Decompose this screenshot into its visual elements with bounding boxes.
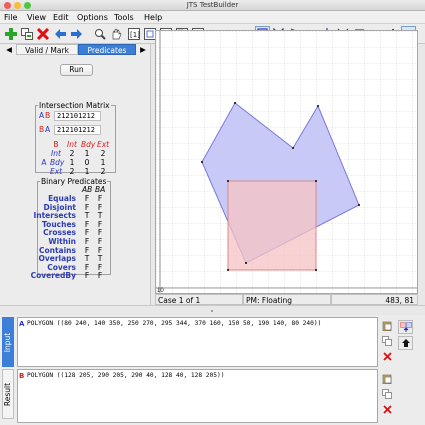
- copy-case-icon[interactable]: [19, 26, 34, 41]
- geometry-a-editor[interactable]: A POLYGON ((80 240, 140 350, 250 270, 29…: [17, 317, 378, 367]
- panel-splitter[interactable]: [0, 305, 425, 315]
- prev-case-icon[interactable]: [53, 26, 68, 41]
- matrix-cell: 1: [84, 167, 90, 176]
- ab-label-b: B: [45, 111, 51, 120]
- predicate-names: Equals Disjoint Intersects Touches Cross…: [28, 194, 76, 280]
- geometry-view[interactable]: 10: [156, 31, 417, 294]
- predicate-values: F F F F T T F F F F F F F F T T F F F F: [82, 194, 106, 280]
- pred-value-ab: F: [84, 271, 90, 281]
- geometry-b-editor[interactable]: B POLYGON ((128 205, 290 205, 290 40, 12…: [17, 369, 378, 423]
- matrix-cell: 0: [84, 158, 90, 167]
- exchange-geometries-icon[interactable]: [398, 320, 413, 334]
- pred-value-ba: F: [97, 271, 103, 281]
- matrix-col-b: B: [53, 140, 59, 149]
- status-bar: Case 1 of 1 PM: Floating 483, 81: [155, 294, 418, 305]
- next-case-icon[interactable]: [69, 26, 84, 41]
- matrix-row-bdy: Bdy: [50, 158, 65, 167]
- menu-file[interactable]: File: [4, 11, 17, 24]
- tab-strip: ◀ Valid / Mark Predicates ▶: [2, 44, 149, 55]
- pred-header-ab: AB: [82, 185, 93, 194]
- intersection-matrix-title: Intersection Matrix: [39, 101, 110, 110]
- ab-label-a: A: [39, 111, 45, 120]
- matrix-cell: 2: [69, 167, 75, 176]
- pred-header-ba: BA: [95, 185, 106, 194]
- svg-text:[1]: [1]: [130, 31, 140, 39]
- title-bar: JTS TestBuilder: [0, 0, 425, 11]
- load-result-icon[interactable]: [398, 336, 413, 350]
- minimize-window-button[interactable]: [14, 2, 21, 9]
- ba-label-a: A: [45, 125, 51, 134]
- pred-name-coveredby: CoveredBy: [30, 271, 76, 281]
- zoom-icon[interactable]: [92, 26, 107, 41]
- polygon-b[interactable]: [227, 180, 317, 271]
- left-panel: ◀ Valid / Mark Predicates ▶ Run Intersec…: [0, 44, 151, 305]
- run-button[interactable]: Run: [60, 64, 93, 76]
- geometry-a-label: A: [19, 320, 25, 328]
- matrix-cell: 1: [69, 158, 75, 167]
- menu-options[interactable]: Options: [77, 11, 108, 24]
- zoom-extent-icon[interactable]: [1]: [126, 26, 141, 41]
- matrix-row-int: Int: [51, 149, 61, 158]
- menu-edit[interactable]: Edit: [53, 11, 69, 24]
- zoom-window-button[interactable]: [24, 2, 31, 9]
- pan-icon[interactable]: [108, 26, 123, 41]
- ba-label-b: B: [39, 125, 45, 134]
- copy-b-icon[interactable]: [381, 388, 393, 400]
- status-case: Case 1 of 1: [155, 294, 243, 305]
- matrix-cell: 1: [100, 158, 106, 167]
- matrix-cell: 2: [100, 149, 106, 158]
- matrix-col-ext: Ext: [97, 140, 110, 149]
- paste-a-icon[interactable]: [381, 320, 393, 332]
- scale-label: 10: [157, 288, 164, 293]
- close-window-button[interactable]: [4, 2, 11, 9]
- geometry-canvas[interactable]: 10: [155, 30, 418, 294]
- status-coordinates: 483, 81: [331, 294, 418, 305]
- matrix-cell: 1: [84, 149, 90, 158]
- matrix-row-a: A: [41, 158, 47, 167]
- matrix-cell: 2: [100, 167, 106, 176]
- geometry-input-panel: Input Result A POLYGON ((80 240, 140 350…: [0, 315, 425, 425]
- geometry-b-wkt[interactable]: POLYGON ((128 205, 290 205, 290 40, 128 …: [27, 372, 224, 379]
- matrix-col-int: Int: [67, 140, 77, 149]
- matrix-cell: 2: [69, 149, 75, 158]
- tab-input[interactable]: Input: [2, 317, 14, 367]
- window-title: JTS TestBuilder: [186, 1, 239, 9]
- menu-bar: File View Edit Options Tools Help: [0, 11, 425, 24]
- menu-tools[interactable]: Tools: [114, 11, 134, 24]
- delete-case-icon[interactable]: [35, 26, 50, 41]
- clear-a-icon[interactable]: [381, 350, 393, 362]
- ab-matrix-field[interactable]: 212101212: [54, 111, 101, 121]
- paste-b-icon[interactable]: [381, 373, 393, 385]
- status-precision-model: PM: Floating: [243, 294, 331, 305]
- copy-a-icon[interactable]: [381, 335, 393, 347]
- tab-prev-arrow[interactable]: ◀: [4, 44, 14, 55]
- tab-valid-mark[interactable]: Valid / Mark: [16, 44, 78, 55]
- ba-matrix-field[interactable]: 212101212: [54, 125, 101, 135]
- tab-result[interactable]: Result: [2, 369, 14, 419]
- matrix-row-ext: Ext: [50, 167, 63, 176]
- menu-help[interactable]: Help: [144, 11, 162, 24]
- tab-next-arrow[interactable]: ▶: [138, 44, 148, 55]
- new-case-icon[interactable]: [3, 26, 18, 41]
- geometry-b-label: B: [19, 372, 25, 380]
- matrix-col-bdy: Bdy: [81, 140, 96, 149]
- tab-predicates[interactable]: Predicates: [78, 44, 136, 55]
- geometry-a-wkt[interactable]: POLYGON ((80 240, 140 350, 250 270, 295 …: [27, 320, 321, 327]
- menu-view[interactable]: View: [27, 11, 46, 24]
- clear-b-icon[interactable]: [381, 403, 393, 415]
